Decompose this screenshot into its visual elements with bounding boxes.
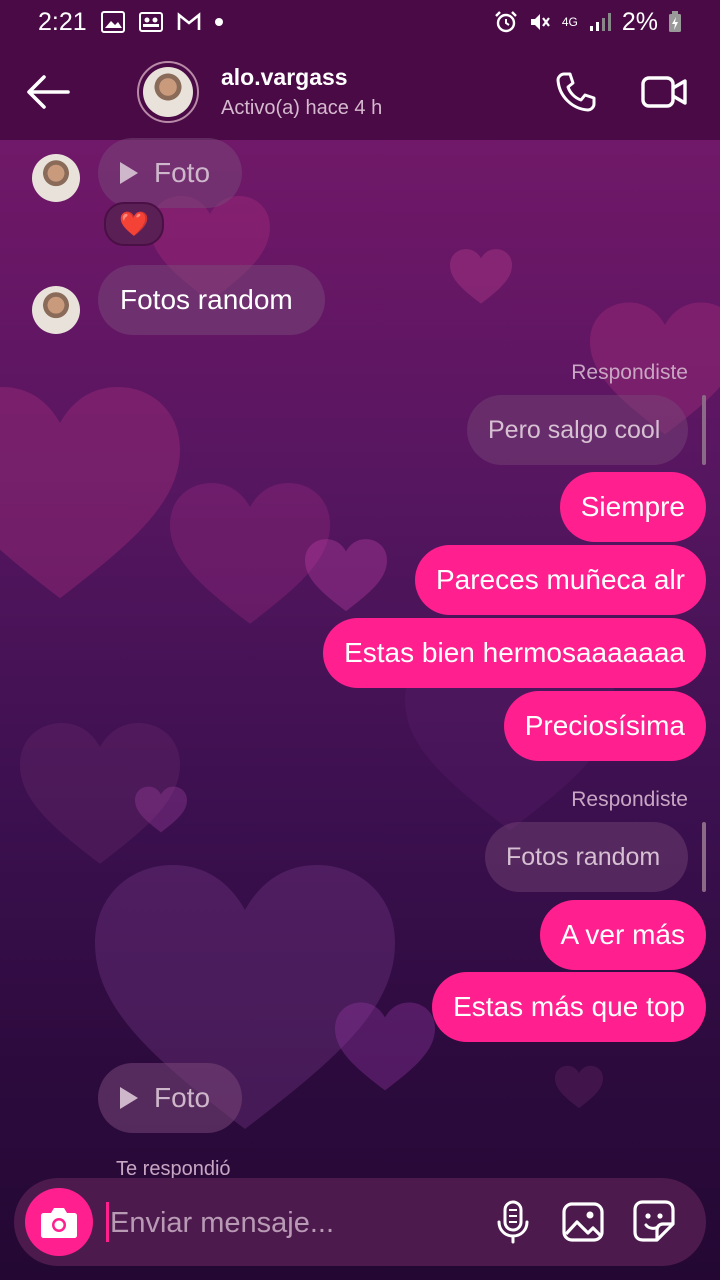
gmail-notification-icon (177, 11, 201, 33)
background-heart (555, 1065, 603, 1110)
sender-avatar[interactable] (32, 154, 80, 202)
mute-icon (528, 11, 552, 33)
message-text: Siempre (580, 491, 685, 522)
contact-username[interactable]: alo.vargass (221, 64, 348, 91)
voice-call-button[interactable] (555, 71, 597, 113)
back-button[interactable] (26, 74, 70, 110)
battery-percent: 2% (621, 7, 658, 36)
photo-label: Foto (154, 1082, 211, 1113)
incoming-message[interactable]: Fotos random (98, 265, 325, 335)
notification-dot-icon (214, 18, 223, 26)
message-text: A ver más (560, 919, 685, 950)
quoted-message[interactable]: Pero salgo cool (467, 395, 688, 465)
reply-label: Respondiste (571, 361, 688, 384)
status-bar: 2:21 4G 2% (0, 0, 720, 44)
chat-header: alo.vargass Activo(a) hace 4 h (0, 44, 720, 140)
battery-charging-icon (668, 11, 682, 33)
message-text: Estas bien hermosaaaaaaa (344, 637, 685, 668)
gallery-button[interactable] (562, 1202, 604, 1242)
heart-reaction[interactable]: ❤️ (104, 202, 164, 246)
background-heart (305, 538, 387, 614)
group-notification-icon (138, 11, 163, 33)
background-heart (0, 380, 180, 610)
gallery-notification-icon (100, 11, 125, 33)
video-call-button[interactable] (641, 74, 687, 110)
play-icon (120, 1087, 138, 1109)
alarm-icon (494, 11, 518, 33)
message-text: Pareces muñeca alr (435, 564, 685, 595)
photo-message[interactable]: Foto (98, 1063, 242, 1133)
sticker-button[interactable] (633, 1200, 675, 1242)
contact-activity-status: Activo(a) hace 4 h (221, 97, 383, 119)
status-time: 2:21 (38, 7, 87, 36)
message-input[interactable] (108, 1198, 472, 1248)
image-icon (562, 1202, 604, 1242)
outgoing-message[interactable]: Estas bien hermosaaaaaaa (323, 618, 706, 688)
voice-message-button[interactable] (496, 1200, 530, 1244)
message-text: Estas más que top (453, 991, 685, 1022)
signal-icon (588, 11, 612, 33)
background-heart (450, 248, 512, 306)
quoted-message[interactable]: Fotos random (485, 822, 688, 892)
quote-bar (702, 822, 706, 892)
outgoing-message[interactable]: A ver más (539, 900, 706, 970)
sender-avatar[interactable] (32, 286, 80, 334)
heart-emoji-icon: ❤️ (119, 210, 149, 238)
message-text: Fotos random (120, 284, 293, 315)
message-composer (14, 1178, 706, 1266)
microphone-icon (497, 1200, 529, 1244)
quote-bar (702, 395, 706, 465)
network-type: 4G (561, 15, 578, 29)
photo-message[interactable]: Foto (98, 138, 242, 208)
background-heart (335, 1000, 435, 1095)
camera-button[interactable] (25, 1188, 93, 1256)
camera-icon (41, 1208, 77, 1238)
outgoing-message[interactable]: Pareces muñeca alr (414, 545, 706, 615)
quoted-text: Fotos random (506, 842, 661, 871)
outgoing-message[interactable]: Siempre (559, 472, 706, 542)
background-heart (135, 785, 187, 835)
quoted-text: Pero salgo cool (488, 415, 661, 444)
video-camera-icon (641, 76, 687, 108)
phone-icon (556, 72, 596, 112)
header-avatar[interactable] (137, 61, 199, 123)
play-icon (120, 162, 138, 184)
reply-label: Respondiste (571, 788, 688, 811)
sticker-icon (633, 1200, 675, 1242)
outgoing-message[interactable]: Estas más que top (432, 972, 706, 1042)
message-text: Preciosísima (524, 710, 685, 741)
photo-label: Foto (154, 157, 211, 188)
arrow-left-icon (27, 75, 70, 109)
outgoing-message[interactable]: Preciosísima (503, 691, 706, 761)
